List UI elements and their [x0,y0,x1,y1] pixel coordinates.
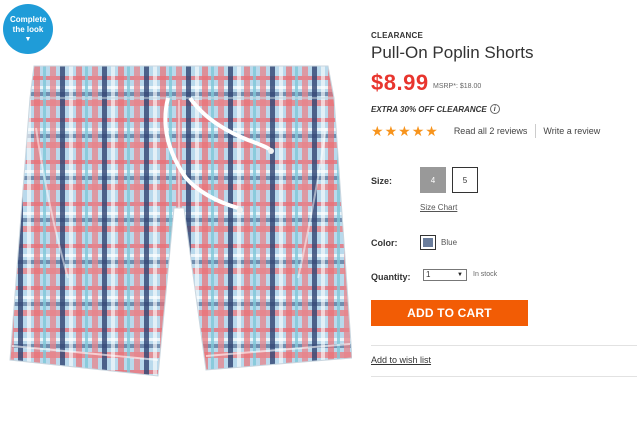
color-swatch-blue[interactable] [420,235,436,250]
size-option-5[interactable]: 5 [452,167,478,193]
swatch-fill [423,238,433,247]
size-option-4[interactable]: 4 [420,167,446,193]
star-icon: ★ [425,123,438,139]
color-name: Blue [441,238,458,247]
color-label: Color: [371,238,398,248]
complete-the-look-label: Complete the look [10,14,47,34]
divider [371,376,637,377]
star-icon: ★ [371,123,384,139]
msrp-price: MSRP*: $18.00 [433,83,482,90]
size-chart-link[interactable]: Size Chart [420,203,457,212]
read-reviews-link[interactable]: Read all 2 reviews [454,126,528,136]
sale-price: $8.99 [371,70,429,95]
add-to-cart-button[interactable]: ADD TO CART [371,300,528,326]
write-review-link[interactable]: Write a review [543,126,600,136]
product-details: CLEARANCE Pull-On Poplin Shorts $8.99 MS… [371,0,637,422]
star-icon: ★ [411,123,425,139]
size-label: Size: [371,176,393,186]
chevron-down-icon: ▼ [24,35,32,43]
quantity-value: 1 [426,270,431,279]
info-icon[interactable]: i [489,104,500,114]
clearance-label: CLEARANCE [371,31,424,40]
promo-text: EXTRA 30% OFF CLEARANCE [371,104,487,114]
star-icon: ★ [398,123,411,139]
add-to-wishlist-link[interactable]: Add to wish list [371,355,431,365]
stock-status: In stock [473,271,498,278]
divider [371,345,637,346]
product-title: Pull-On Poplin Shorts [371,43,534,62]
quantity-label: Quantity: [371,272,411,282]
promo-message: EXTRA 30% OFF CLEARANCE i [371,104,500,114]
star-icon: ★ [384,123,398,139]
quantity-select[interactable]: 1 ▼ [423,269,467,281]
rating-row: ★ ★ ★ ★ ★ Read all 2 reviews Write a rev… [371,123,600,139]
complete-the-look-button[interactable]: Complete the look ▼ [3,4,53,54]
star-rating: ★ ★ ★ ★ ★ [371,123,438,139]
caret-down-icon: ▼ [457,272,463,278]
divider [535,124,537,138]
product-image [9,65,352,377]
